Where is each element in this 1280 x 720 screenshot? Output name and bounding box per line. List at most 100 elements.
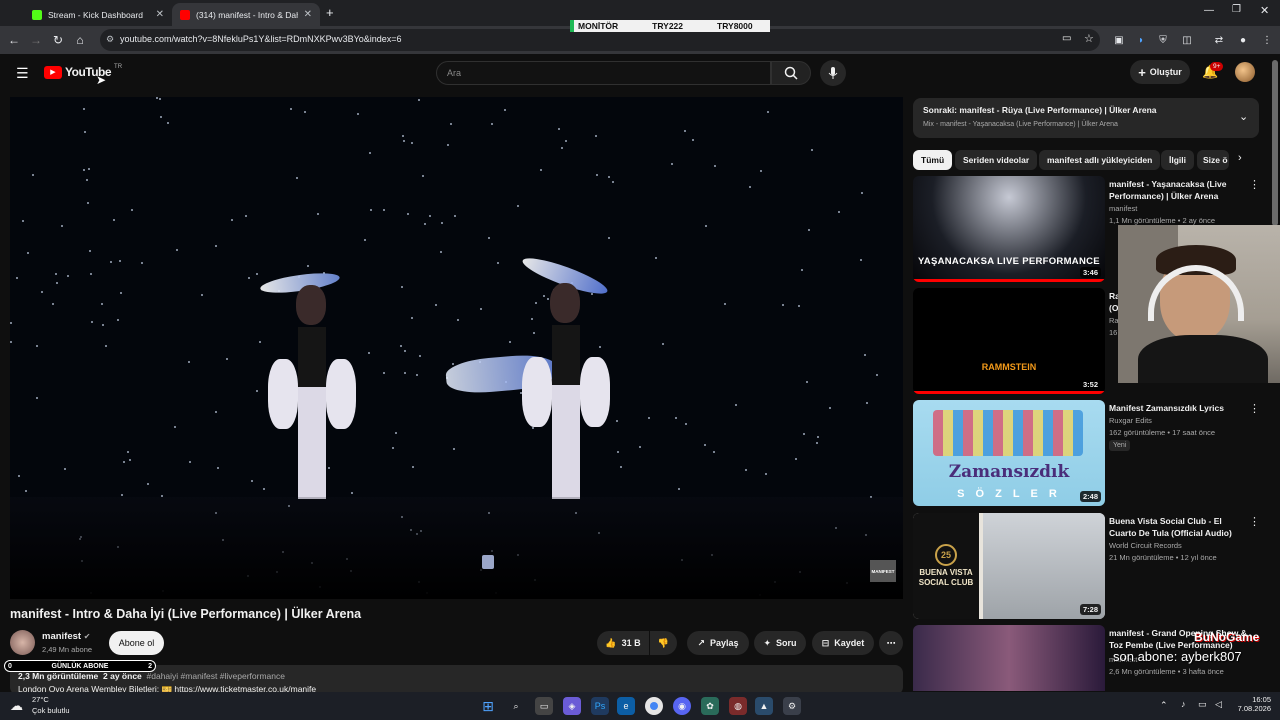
profile-avatar-icon[interactable]: ● — [1236, 33, 1250, 47]
crowd-light — [367, 351, 370, 354]
edge-icon[interactable]: e — [617, 697, 635, 715]
channel-watermark[interactable]: MANIFEST — [870, 560, 896, 582]
page-scrollbar[interactable] — [1272, 60, 1278, 226]
weather-cloud-icon[interactable]: ☁ — [10, 698, 23, 714]
create-button[interactable]: + Oluştur — [1130, 60, 1190, 84]
chip-for-you[interactable]: Size ö — [1197, 150, 1229, 170]
chip-related[interactable]: İlgili — [1161, 150, 1194, 170]
chrome-icon[interactable] — [645, 697, 663, 715]
settings-icon[interactable]: ⚙ — [783, 697, 801, 715]
channel-name[interactable]: manifest ✔ — [42, 631, 90, 642]
up-next-panel[interactable]: Sonraki: manifest - Rüya (Live Performan… — [913, 98, 1259, 138]
windows-start-icon[interactable]: ⊞ — [479, 697, 497, 715]
share-button[interactable]: ↗ Paylaş — [687, 631, 749, 655]
youtube-logo[interactable]: ▶ YouTube TR — [44, 64, 122, 79]
duration-badge: 2:48 — [1079, 491, 1101, 502]
upload-age: 2 ay önce — [103, 671, 142, 681]
chip-uploader[interactable]: manifest adlı yükleyiciden — [1039, 150, 1161, 170]
rec-channel[interactable]: World Circuit Records — [1109, 541, 1182, 550]
rec-channel[interactable]: manifest — [1109, 204, 1137, 213]
extension-icon[interactable]: ▣ — [1112, 33, 1126, 47]
crowd-light — [675, 417, 678, 420]
clock-date: 7.08.2026 — [1237, 704, 1271, 713]
home-icon[interactable]: ⌂ — [72, 32, 88, 48]
forward-icon[interactable]: → — [28, 32, 44, 48]
rec-title[interactable]: manifest - Yaşanacaksa (Live Performance… — [1109, 178, 1249, 202]
close-icon[interactable]: ✕ — [304, 9, 312, 20]
network-icon[interactable]: ▭ — [1198, 699, 1207, 710]
crowd-light — [496, 262, 499, 265]
task-view-icon[interactable]: ▭ — [535, 697, 553, 715]
app-icon[interactable]: ✿ — [701, 697, 719, 715]
photoshop-icon[interactable]: Ps — [591, 697, 609, 715]
chevron-right-icon[interactable]: › — [1238, 152, 1242, 164]
rec-title[interactable]: Manifest Zamansızdık Lyrics — [1109, 402, 1249, 414]
chevron-down-icon[interactable]: ⌄ — [1239, 110, 1248, 123]
volume-icon[interactable]: ◁ — [1215, 699, 1222, 710]
close-icon[interactable]: ✕ — [156, 9, 164, 20]
video-thumbnail[interactable]: YAŞANACAKSA LIVE PERFORMANCE 3:46 — [913, 176, 1105, 282]
more-vertical-icon[interactable]: ⋮ — [1249, 515, 1260, 528]
video-thumbnail[interactable]: Zamansızdık S Ö Z L E R 2:48 — [913, 400, 1105, 506]
ask-button[interactable]: ✦ Soru — [754, 631, 806, 655]
clock[interactable]: 16:05 7.08.2026 — [1235, 695, 1271, 713]
shield-icon[interactable]: ⛨ — [1156, 33, 1170, 47]
video-player[interactable]: MANIFEST — [10, 97, 903, 599]
subscribe-button[interactable]: Abone ol — [109, 631, 164, 655]
hamburger-menu-icon[interactable]: ☰ — [16, 65, 29, 82]
recommended-video[interactable]: 25 BUENA VISTA SOCIAL CLUB 7:28 Buena Vi… — [913, 513, 1260, 621]
tab-kick-dashboard[interactable]: Stream - Kick Dashboard ✕ — [24, 3, 172, 26]
maximize-button[interactable]: ❐ — [1232, 4, 1241, 15]
rec-channel[interactable]: Ruxgar Edits — [1109, 416, 1152, 425]
extensions-puzzle-icon[interactable]: ◫ — [1180, 33, 1194, 47]
search-input[interactable]: Ara — [436, 61, 771, 85]
dislike-button[interactable]: 👎 — [650, 631, 677, 655]
search-icon[interactable]: ⌕ — [507, 697, 525, 715]
discord-icon[interactable]: ◉ — [673, 697, 691, 715]
recommended-video[interactable]: Zamansızdık S Ö Z L E R 2:48 Manifest Za… — [913, 400, 1260, 508]
menu-dots-icon[interactable]: ⋮ — [1260, 33, 1274, 47]
rec-title[interactable]: Buena Vista Social Club - El Cuarto De T… — [1109, 515, 1249, 539]
extension-icon[interactable]: ◗ — [1134, 33, 1148, 47]
video-thumbnail[interactable]: 25 BUENA VISTA SOCIAL CLUB 7:28 — [913, 513, 1105, 619]
save-button[interactable]: ⊟ Kaydet — [812, 631, 874, 655]
hashtags[interactable]: #dahaiyi #manifest #liveperformance — [147, 671, 285, 681]
back-icon[interactable]: ← — [6, 32, 22, 48]
crowd-light — [691, 138, 694, 141]
copilot-icon[interactable]: ◈ — [563, 697, 581, 715]
crowd-light — [160, 115, 163, 118]
address-bar[interactable]: ⚙ youtube.com/watch?v=8NfekluPs1Y&list=R… — [100, 29, 1100, 51]
more-actions-button[interactable]: ⋯ — [879, 631, 903, 655]
reload-icon[interactable]: ↻ — [50, 32, 66, 48]
more-horizontal-icon: ⋯ — [886, 637, 896, 648]
window-close-button[interactable]: ✕ — [1260, 4, 1269, 17]
profile-switch-icon[interactable]: ⇄ — [1212, 33, 1226, 47]
crowd-light — [27, 251, 30, 254]
site-info-icon[interactable]: ⚙ — [106, 34, 114, 45]
microphone-icon[interactable]: ♪ — [1181, 699, 1186, 709]
cast-icon[interactable]: ▭ — [1062, 33, 1071, 44]
video-thumbnail[interactable]: RAMMSTEIN 3:52 — [913, 288, 1105, 394]
crowd-light — [317, 212, 320, 215]
tab-youtube[interactable]: (314) manifest - Intro & Daha İy ✕ — [172, 3, 320, 26]
more-vertical-icon[interactable]: ⋮ — [1249, 178, 1260, 191]
crowd-light — [295, 176, 298, 179]
like-button[interactable]: 👍 31 B — [597, 631, 649, 655]
photos-icon[interactable]: ▲ — [755, 697, 773, 715]
new-badge: Yeni — [1109, 440, 1131, 451]
app-icon[interactable]: ◍ — [729, 697, 747, 715]
crowd-light — [250, 480, 253, 483]
new-tab-button[interactable]: + — [326, 5, 334, 20]
minimize-button[interactable]: — — [1204, 5, 1214, 16]
chip-series[interactable]: Seriden videolar — [955, 150, 1038, 170]
video-thumbnail[interactable] — [913, 625, 1105, 691]
tray-chevron-up-icon[interactable]: ⌃ — [1160, 700, 1168, 711]
channel-avatar[interactable] — [10, 630, 35, 655]
bookmark-star-icon[interactable]: ☆ — [1084, 32, 1094, 45]
crowd-light — [189, 461, 192, 464]
chip-all[interactable]: Tümü — [913, 150, 953, 170]
search-button[interactable] — [771, 61, 811, 85]
more-vertical-icon[interactable]: ⋮ — [1249, 402, 1260, 415]
user-avatar[interactable] — [1235, 62, 1255, 82]
voice-search-button[interactable] — [820, 60, 846, 86]
